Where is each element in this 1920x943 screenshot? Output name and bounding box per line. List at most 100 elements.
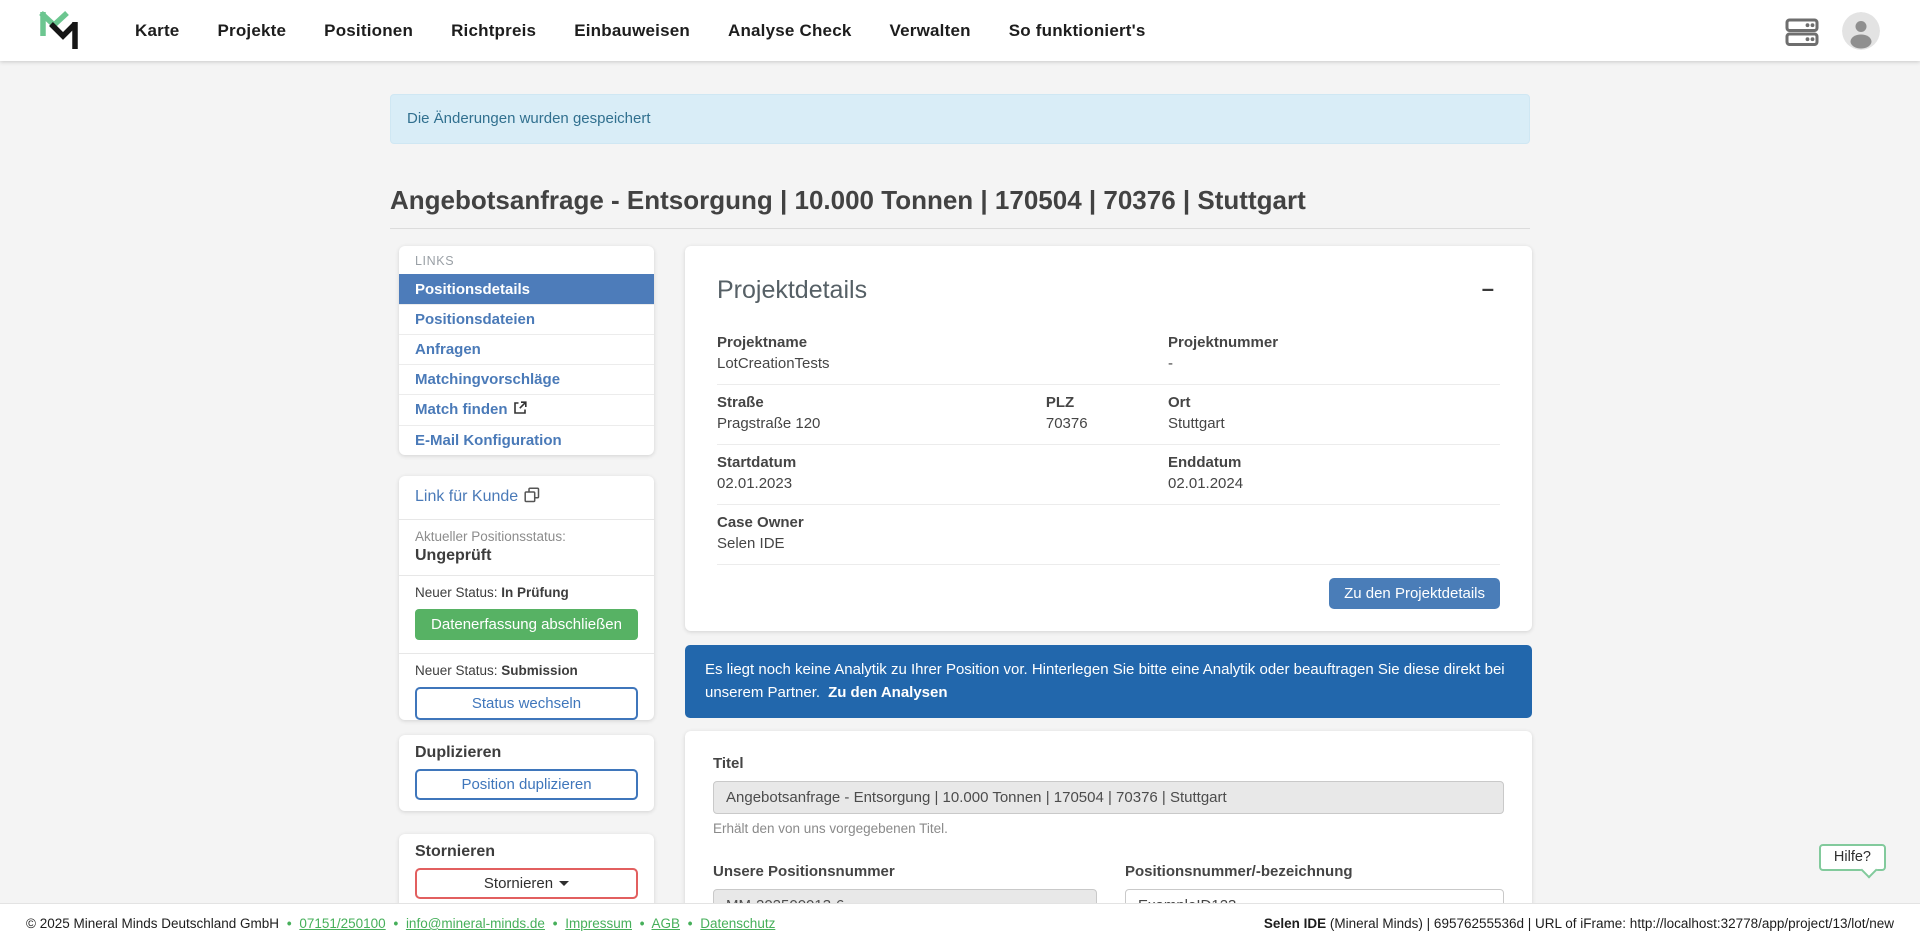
page-title: Angebotsanfrage - Entsorgung | 10.000 To…	[390, 185, 1530, 229]
ort-label: Ort	[1168, 393, 1500, 413]
links-card-header: LINKS	[399, 246, 654, 274]
finish-data-entry-button[interactable]: Datenerfassung abschließen	[415, 609, 638, 640]
nav-item-positionen[interactable]: Positionen	[324, 21, 413, 41]
field-projektname: Projektname LotCreationTests	[717, 333, 1168, 375]
duplicate-card-title: Duplizieren	[415, 744, 638, 762]
enddatum-label: Enddatum	[1168, 453, 1500, 473]
footer-user-name: Selen IDE	[1264, 916, 1326, 931]
footer-session-details: (Mineral Minds) | 69576255536d | URL of …	[1326, 916, 1894, 931]
current-status-value: Ungeprüft	[415, 547, 638, 565]
project-details-card: Projektdetails – Projektname LotCreation…	[685, 246, 1532, 631]
plz-label: PLZ	[1046, 393, 1168, 413]
mineral-minds-logo[interactable]	[37, 9, 85, 53]
page-container: Die Änderungen wurden gespeichert Angebo…	[390, 0, 1530, 943]
sidebar-item-positionsdateien[interactable]: Positionsdateien	[399, 304, 654, 334]
sidebar-item-anfragen[interactable]: Anfragen	[399, 334, 654, 364]
cancel-card-title: Stornieren	[415, 843, 638, 861]
projektname-label: Projektname	[717, 333, 1168, 353]
footer-agb-link[interactable]: AGB	[652, 916, 681, 931]
ort-value: Stuttgart	[1168, 413, 1500, 435]
field-strasse: Straße Pragstraße 120	[717, 393, 1046, 435]
to-analyses-link[interactable]: Zu den Analysen	[828, 684, 947, 701]
startdatum-label: Startdatum	[717, 453, 1168, 473]
success-alert: Die Änderungen wurden gespeichert	[390, 94, 1530, 144]
success-alert-text: Die Änderungen wurden gespeichert	[407, 110, 651, 127]
sidebar: LINKS Positionsdetails Positionsdateien …	[399, 246, 654, 910]
our-position-number-label: Unsere Positionsnummer	[713, 863, 1097, 880]
caret-down-icon	[559, 881, 569, 886]
projektnummer-label: Projektnummer	[1168, 333, 1500, 353]
new-status-2-prefix: Neuer Status:	[415, 663, 501, 678]
field-ort: Ort Stuttgart	[1168, 393, 1500, 435]
nav-item-projekte[interactable]: Projekte	[217, 21, 286, 41]
footer-separator: •	[393, 916, 398, 931]
footer-email-link[interactable]: info@mineral-minds.de	[406, 916, 545, 931]
current-status-label: Aktueller Positionsstatus:	[415, 529, 638, 544]
nav-item-richtpreis[interactable]: Richtpreis	[451, 21, 536, 41]
collapse-button[interactable]: –	[1476, 276, 1500, 302]
nav-item-verwalten[interactable]: Verwalten	[890, 21, 971, 41]
new-status-2-value: Submission	[501, 663, 578, 678]
new-status-1-value: In Prüfung	[501, 585, 569, 600]
help-button[interactable]: Hilfe?	[1819, 844, 1886, 871]
sidebar-item-match-finden[interactable]: Match finden	[399, 394, 654, 425]
enddatum-value: 02.01.2024	[1168, 473, 1500, 495]
to-project-details-button[interactable]: Zu den Projektdetails	[1329, 578, 1500, 609]
case-owner-label: Case Owner	[717, 513, 1168, 533]
user-avatar-icon[interactable]	[1842, 12, 1880, 50]
titel-input	[713, 781, 1504, 814]
titel-helper: Erhält den von uns vorgegebenen Titel.	[713, 821, 1504, 836]
cancel-dropdown-button[interactable]: Stornieren	[415, 868, 638, 899]
analytics-banner-text: Es liegt noch keine Analytik zu Ihrer Po…	[705, 661, 1505, 701]
footer-separator: •	[287, 916, 292, 931]
main-content: Projektdetails – Projektname LotCreation…	[685, 246, 1532, 943]
field-plz: PLZ 70376	[1046, 393, 1168, 435]
switch-status-button[interactable]: Status wechseln	[415, 687, 638, 720]
new-status-1-prefix: Neuer Status:	[415, 585, 501, 600]
footer: © 2025 Mineral Minds Deutschland GmbH • …	[0, 903, 1920, 943]
strasse-value: Pragstraße 120	[717, 413, 1046, 435]
plz-value: 70376	[1046, 413, 1168, 435]
duplicate-position-button[interactable]: Position duplizieren	[415, 769, 638, 800]
new-status-1-row: Neuer Status: In Prüfung	[399, 576, 654, 602]
nav-item-so-funktionierts[interactable]: So funktioniert's	[1009, 21, 1146, 41]
links-card: LINKS Positionsdetails Positionsdateien …	[399, 246, 654, 455]
footer-session-info: Selen IDE (Mineral Minds) | 69576255536d…	[1264, 916, 1894, 931]
field-enddatum: Enddatum 02.01.2024	[1168, 453, 1500, 495]
footer-copyright: © 2025 Mineral Minds Deutschland GmbH	[26, 916, 279, 931]
sidebar-item-positionsdetails[interactable]: Positionsdetails	[399, 274, 654, 304]
copy-icon[interactable]	[524, 487, 540, 508]
duplicate-card: Duplizieren Position duplizieren	[399, 735, 654, 811]
sidebar-item-email-konfiguration[interactable]: E-Mail Konfiguration	[399, 425, 654, 455]
titel-label: Titel	[713, 755, 1504, 772]
sidebar-item-match-finden-label: Match finden	[415, 401, 508, 418]
projektnummer-value: -	[1168, 353, 1500, 375]
footer-separator: •	[640, 916, 645, 931]
field-projektnummer: Projektnummer -	[1168, 333, 1500, 375]
server-stack-icon[interactable]	[1784, 13, 1820, 49]
field-case-owner: Case Owner Selen IDE	[717, 513, 1168, 555]
nav-item-karte[interactable]: Karte	[135, 21, 179, 41]
new-status-2-row: Neuer Status: Submission	[399, 654, 654, 680]
external-link-icon	[513, 401, 527, 419]
cancel-dropdown-label: Stornieren	[484, 875, 553, 892]
cancel-card: Stornieren Stornieren	[399, 834, 654, 910]
footer-left: © 2025 Mineral Minds Deutschland GmbH • …	[26, 916, 775, 931]
footer-separator: •	[553, 916, 558, 931]
sidebar-item-matchingvorschlaege[interactable]: Matchingvorschläge	[399, 364, 654, 394]
customer-link[interactable]: Link für Kunde	[415, 488, 518, 505]
custom-position-number-label: Positionsnummer/-bezeichnung	[1125, 863, 1504, 880]
footer-datenschutz-link[interactable]: Datenschutz	[700, 916, 775, 931]
footer-separator: •	[688, 916, 693, 931]
footer-phone-link[interactable]: 07151/250100	[299, 916, 385, 931]
main-nav: Karte Projekte Positionen Richtpreis Ein…	[135, 21, 1146, 41]
strasse-label: Straße	[717, 393, 1046, 413]
top-navbar: Karte Projekte Positionen Richtpreis Ein…	[0, 0, 1920, 61]
nav-item-analyse-check[interactable]: Analyse Check	[728, 21, 852, 41]
project-details-title: Projektdetails	[717, 276, 867, 305]
footer-impressum-link[interactable]: Impressum	[565, 916, 632, 931]
nav-item-einbauweisen[interactable]: Einbauweisen	[574, 21, 690, 41]
analytics-banner: Es liegt noch keine Analytik zu Ihrer Po…	[685, 645, 1532, 718]
case-owner-value: Selen IDE	[717, 533, 1168, 555]
field-startdatum: Startdatum 02.01.2023	[717, 453, 1168, 495]
